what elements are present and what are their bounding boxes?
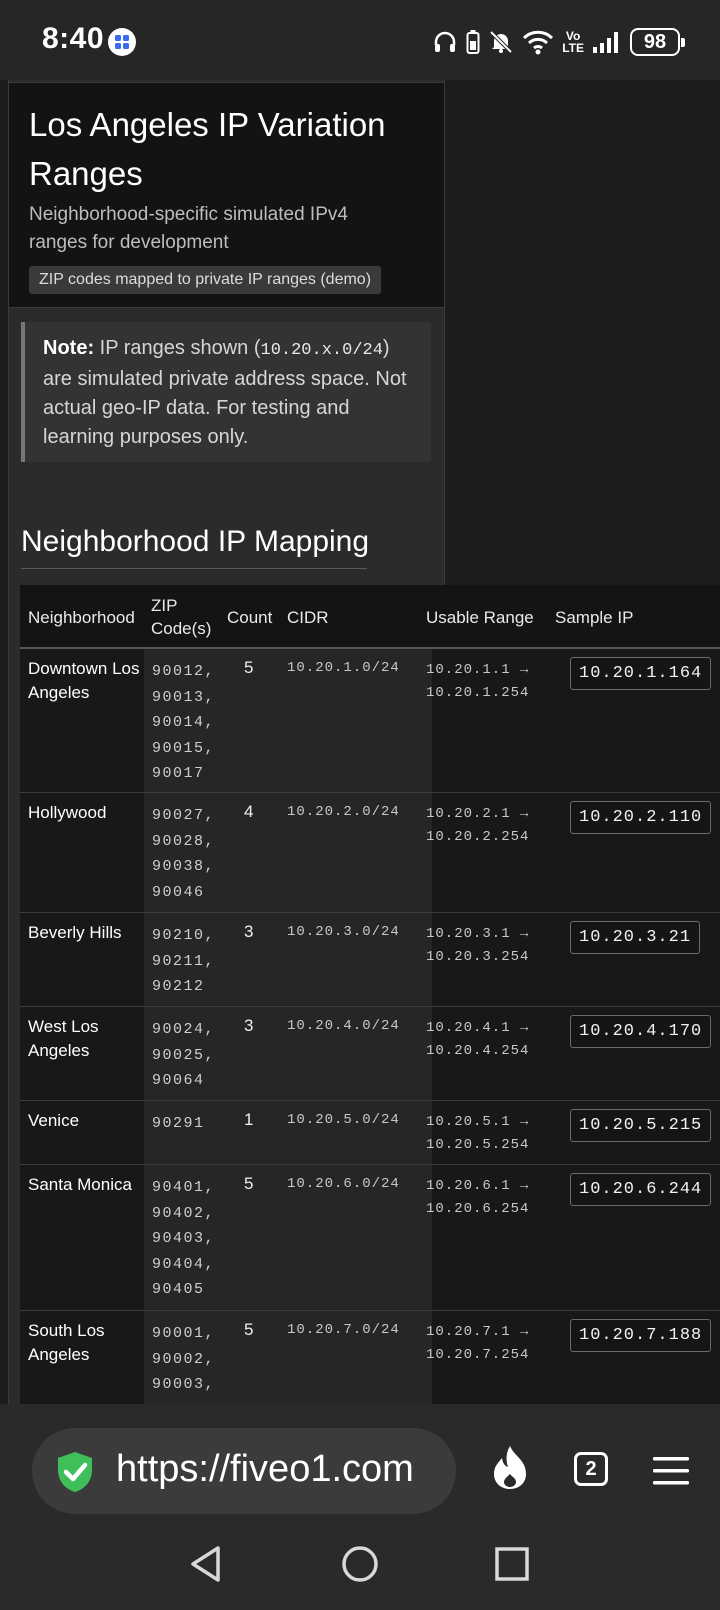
status-time: 8:40 [42, 22, 105, 55]
status-icons: Vo LTE 98 [432, 24, 685, 60]
battery-saver-icon [466, 30, 480, 54]
info-pill: ZIP codes mapped to private IP ranges (d… [29, 266, 382, 294]
section-title: Neighborhood IP Mapping [21, 525, 370, 558]
address-bar[interactable]: https://fiveo1.com [32, 1428, 456, 1514]
cell-cidr: 10.20.5.0/24 [287, 1112, 400, 1128]
cell-usable-range: 10.20.6.1 → 10.20.6.254 [426, 1178, 530, 1217]
cell-zip: 90024, 90025, 90064 [152, 1021, 216, 1089]
note-box: Note: IP ranges shown (10.20.x.0/24) are… [21, 322, 431, 462]
browser-toolbar: https://fiveo1.com 2 [0, 1404, 720, 1524]
signal-icon [593, 32, 618, 53]
cell-zip: 90291 [152, 1115, 205, 1132]
table-row: West Los Angeles 90024, 90025, 90064 3 1… [20, 1007, 720, 1101]
sample-ip-field[interactable]: 10.20.3.21 [570, 921, 701, 954]
cell-count: 1 [244, 1110, 254, 1129]
web-viewport[interactable]: Los Angeles IP Variation Ranges Neighbor… [0, 80, 720, 1404]
header-zip: ZIP Code(s) [151, 596, 212, 638]
cell-usable-range: 10.20.7.1 → 10.20.7.254 [426, 1324, 530, 1363]
header-cidr: CIDR [287, 607, 329, 627]
cell-cidr: 10.20.6.0/24 [287, 1176, 400, 1192]
cell-cidr: 10.20.2.0/24 [287, 804, 400, 820]
sample-ip-field[interactable]: 10.20.7.188 [570, 1319, 712, 1352]
cell-count: 5 [244, 1174, 254, 1193]
cell-count: 3 [244, 922, 254, 941]
header-count: Count [227, 607, 273, 627]
cell-count: 5 [244, 1320, 254, 1339]
cell-zip: 90027, 90028, 90038, 90046 [152, 807, 216, 901]
secure-shield-icon [58, 1452, 92, 1492]
status-bar: 8:40 Vo LTE 98 [0, 0, 720, 80]
cell-usable-range: 10.20.1.1 → 10.20.1.254 [426, 662, 530, 701]
recents-icon[interactable] [494, 1546, 530, 1582]
page-header: Los Angeles IP Variation Ranges Neighbor… [9, 82, 444, 308]
sample-ip-field[interactable]: 10.20.4.170 [570, 1015, 712, 1048]
cell-neighborhood: Hollywood [28, 803, 107, 822]
header-sample-ip: Sample IP [555, 607, 634, 627]
cell-neighborhood: Santa Monica [28, 1175, 132, 1194]
cell-cidr: 10.20.3.0/24 [287, 924, 400, 940]
cell-usable-range: 10.20.2.1 → 10.20.2.254 [426, 806, 530, 845]
flame-icon[interactable] [490, 1444, 530, 1490]
table-row: Hollywood 90027, 90028, 90038, 90046 4 1… [20, 793, 720, 913]
cell-zip: 90001, 90002, 90003, [152, 1325, 216, 1393]
cell-neighborhood: West Los Angeles [28, 1017, 99, 1060]
table-row: Santa Monica 90401, 90402, 90403, 90404,… [20, 1165, 720, 1311]
table-row: South Los Angeles 90001, 90002, 90003, 5… [20, 1311, 720, 1404]
section-divider [21, 568, 367, 569]
cell-zip: 90210, 90211, 90212 [152, 927, 216, 995]
cell-usable-range: 10.20.4.1 → 10.20.4.254 [426, 1020, 530, 1059]
sample-ip-field[interactable]: 10.20.2.110 [570, 801, 712, 834]
menu-icon[interactable] [652, 1456, 690, 1486]
table-header: Neighborhood ZIP Code(s) Count CIDR Usab… [20, 585, 720, 649]
headphones-icon [434, 31, 456, 52]
tabs-icon[interactable]: 2 [574, 1452, 608, 1486]
cell-count: 5 [244, 658, 254, 677]
cell-count: 3 [244, 1016, 254, 1035]
cell-zip: 90012, 90013, 90014, 90015, 90017 [152, 663, 216, 782]
cell-usable-range: 10.20.3.1 → 10.20.3.254 [426, 926, 530, 965]
table-row: Beverly Hills 90210, 90211, 90212 3 10.2… [20, 913, 720, 1007]
cell-cidr: 10.20.1.0/24 [287, 660, 400, 676]
note-code: 10.20.x.0/24 [260, 341, 383, 360]
cell-usable-range: 10.20.5.1 → 10.20.5.254 [426, 1114, 530, 1153]
cell-neighborhood: Venice [28, 1111, 80, 1130]
battery-icon: 98 [630, 28, 685, 56]
cell-neighborhood: Beverly Hills [28, 923, 122, 942]
cell-neighborhood: South Los Angeles [28, 1321, 105, 1364]
volte-icon: Vo LTE [562, 29, 584, 55]
url-text: https://fiveo1.com [116, 1448, 414, 1490]
table-row: Downtown Los Angeles 90012, 90013, 90014… [20, 649, 720, 793]
header-neighborhood: Neighborhood [28, 607, 135, 627]
home-icon[interactable] [340, 1544, 380, 1584]
page-subtitle: Neighborhood-specific simulated IPv4 ran… [29, 204, 348, 253]
table-row: Venice 90291 1 10.20.5.0/24 10.20.5.1 → … [20, 1101, 720, 1165]
sample-ip-field[interactable]: 10.20.5.215 [570, 1109, 712, 1142]
cell-neighborhood: Downtown Los Angeles [28, 659, 140, 702]
wifi-icon [523, 30, 554, 55]
header-usable-range: Usable Range [426, 607, 534, 627]
cell-zip: 90401, 90402, 90403, 90404, 90405 [152, 1179, 216, 1298]
note-text-before: IP ranges shown ( [94, 337, 261, 359]
app-notification-icon [108, 28, 136, 56]
ip-mapping-table: Neighborhood ZIP Code(s) Count CIDR Usab… [20, 585, 720, 1404]
sample-ip-field[interactable]: 10.20.6.244 [570, 1173, 712, 1206]
cell-cidr: 10.20.7.0/24 [287, 1322, 400, 1338]
cell-count: 4 [244, 802, 254, 821]
sample-ip-field[interactable]: 10.20.1.164 [570, 657, 712, 690]
back-icon[interactable] [188, 1544, 222, 1584]
mute-icon [489, 30, 513, 54]
page-title: Los Angeles IP Variation Ranges [29, 106, 386, 192]
note-label: Note: [43, 337, 95, 359]
cell-cidr: 10.20.4.0/24 [287, 1018, 400, 1034]
system-nav-bar [0, 1524, 720, 1610]
